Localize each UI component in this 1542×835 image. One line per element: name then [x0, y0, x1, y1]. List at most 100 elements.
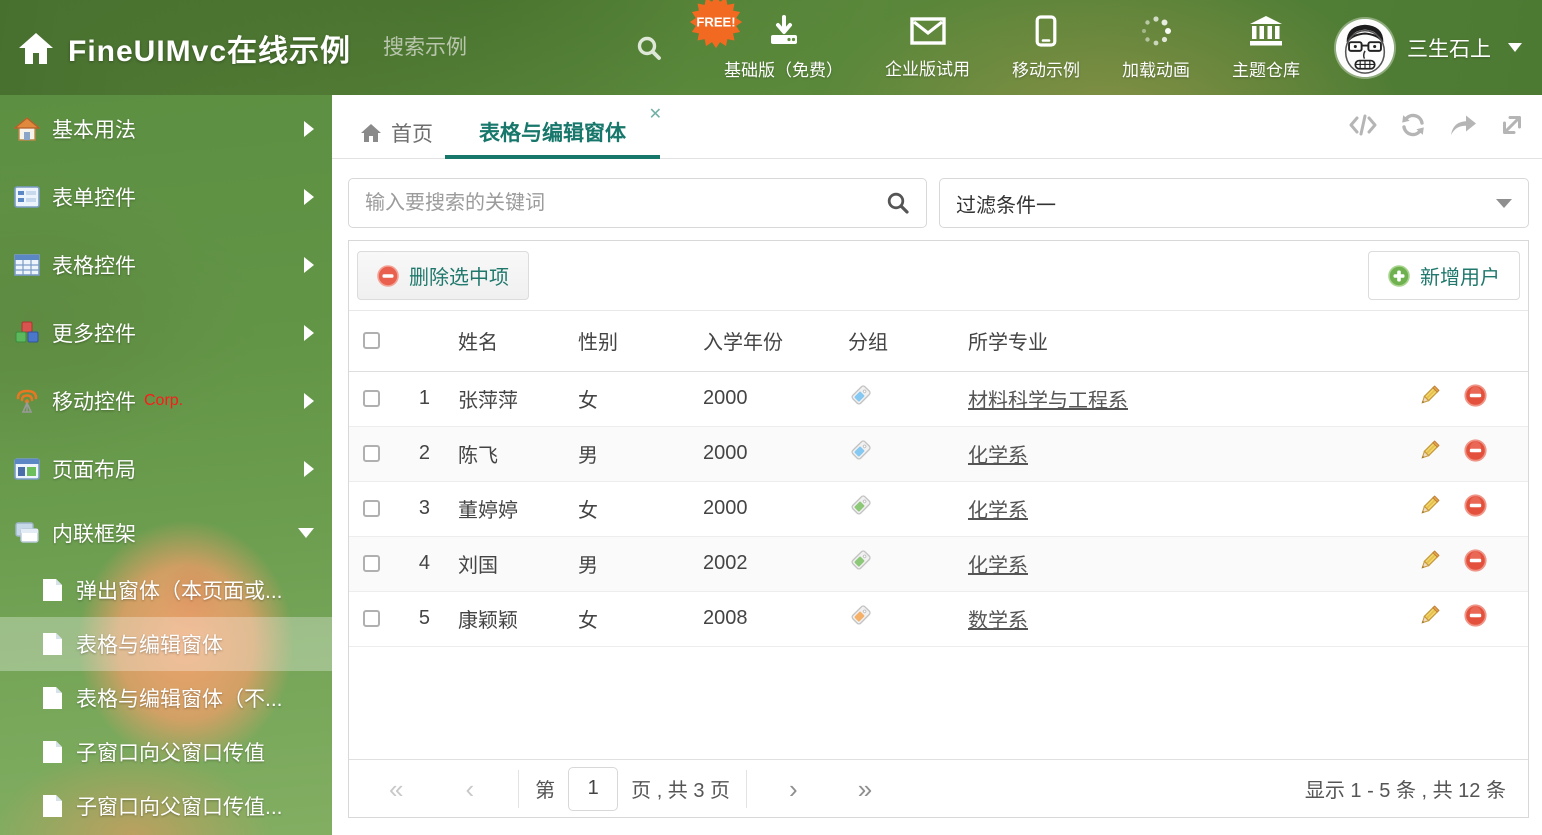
file-icon	[42, 632, 63, 656]
edit-pencil-icon[interactable]	[1418, 384, 1440, 407]
delete-selected-button[interactable]: 删除选中项	[357, 251, 529, 300]
sidebar-subitem-label: 弹出窗体（本页面或...	[76, 580, 283, 603]
major-link[interactable]: 化学系	[968, 500, 1028, 522]
table-icon	[14, 252, 40, 278]
user-menu[interactable]: 三生石上	[1336, 18, 1523, 77]
nav-item-enterprise-trial[interactable]: 企业版试用	[885, 16, 970, 80]
delete-selected-label: 删除选中项	[409, 267, 509, 289]
major-link[interactable]: 化学系	[968, 445, 1028, 467]
delete-row-icon[interactable]	[1464, 439, 1487, 462]
tag-icon	[848, 494, 872, 523]
row-index: 4	[393, 536, 458, 592]
main-content: 首页 表格与编辑窗体 ✕ 输入要搜索的关键词 过滤条件一 删除选中项 新增用户 …	[332, 95, 1542, 835]
cell-gender: 女	[578, 371, 703, 427]
close-icon[interactable]: ✕	[649, 104, 662, 124]
delete-row-icon[interactable]	[1464, 549, 1487, 572]
table-row: 2 陈飞 男 2000 化学系	[349, 426, 1528, 482]
edit-pencil-icon[interactable]	[1418, 494, 1440, 517]
header-search-input[interactable]	[383, 35, 559, 60]
sidebar-subitem-child-to-parent-2[interactable]: 子窗口向父窗口传值...	[0, 779, 332, 833]
search-icon[interactable]	[636, 35, 662, 61]
add-user-button[interactable]: 新增用户	[1368, 251, 1520, 300]
row-index: 1	[393, 371, 458, 427]
sidebar-subitem-label: 表格与编辑窗体（不...	[76, 688, 283, 711]
sidebar-subitem-child-to-parent[interactable]: 子窗口向父窗口传值	[0, 725, 332, 779]
row-checkbox[interactable]	[363, 555, 380, 573]
prev-page-button[interactable]: ‹	[465, 776, 474, 802]
chevron-right-icon	[304, 325, 314, 341]
first-page-button[interactable]: «	[389, 776, 403, 802]
brand[interactable]: FineUIMvc在线示例	[18, 26, 351, 70]
free-badge: FREE!	[687, 0, 745, 50]
chevron-right-icon	[304, 393, 314, 409]
tab-home[interactable]: 首页	[360, 108, 433, 158]
sidebar-subitem-grid-edit-window-no[interactable]: 表格与编辑窗体（不...	[0, 671, 332, 725]
file-icon	[42, 794, 63, 818]
top-header: FineUIMvc在线示例 基础版（免费） 企业版试用	[0, 0, 1542, 95]
pager-divider	[518, 769, 520, 808]
refresh-icon[interactable]	[1400, 113, 1426, 137]
filter-dropdown[interactable]: 过滤条件一	[939, 178, 1529, 228]
sidebar-item-iframe[interactable]: 内联框架	[0, 503, 332, 563]
add-user-label: 新增用户	[1420, 267, 1500, 289]
expand-icon[interactable]	[1500, 113, 1524, 137]
cell-name: 董婷婷	[458, 481, 578, 537]
home-icon	[18, 31, 54, 65]
major-link[interactable]: 材料科学与工程系	[968, 390, 1128, 412]
sidebar-item-mobile-controls[interactable]: 移动控件 Corp.	[0, 367, 332, 435]
sidebar-item-form-controls[interactable]: 表单控件	[0, 163, 332, 231]
cell-name: 康颖颖	[458, 591, 578, 647]
chevron-right-icon	[304, 189, 314, 205]
sidebar-item-basic-usage[interactable]: 基本用法	[0, 95, 332, 163]
row-checkbox[interactable]	[363, 445, 380, 463]
sidebar-item-more-controls[interactable]: 更多控件	[0, 299, 332, 367]
tab-bar: 首页 表格与编辑窗体 ✕	[332, 95, 1542, 159]
search-icon[interactable]	[886, 191, 910, 215]
delete-row-icon[interactable]	[1464, 384, 1487, 407]
sidebar-subitem-popup-window[interactable]: 弹出窗体（本页面或...	[0, 563, 332, 617]
row-checkbox[interactable]	[363, 500, 380, 518]
page-number-input[interactable]	[568, 766, 619, 811]
major-link[interactable]: 数学系	[968, 610, 1028, 632]
sidebar-subitem-grid-edit-window[interactable]: 表格与编辑窗体	[0, 617, 332, 671]
cell-gender: 男	[578, 536, 703, 592]
layout-icon	[14, 456, 40, 482]
tab-grid-edit-window[interactable]: 表格与编辑窗体 ✕	[445, 106, 662, 159]
cell-year: 2002	[703, 536, 848, 592]
nav-item-label: 主题仓库	[1232, 60, 1301, 80]
nav-item-mobile-demo[interactable]: 移动示例	[1012, 14, 1080, 81]
avatar	[1336, 18, 1395, 77]
cell-name: 张萍萍	[458, 371, 578, 427]
select-all-checkbox[interactable]	[363, 332, 380, 350]
sidebar-item-label: 更多控件	[52, 323, 136, 346]
sidebar-item-page-layout[interactable]: 页面布局	[0, 435, 332, 503]
app-title: FineUIMvc在线示例	[68, 34, 352, 68]
nav-item-theme-store[interactable]: 主题仓库	[1232, 15, 1300, 81]
grid-toolbar: 删除选中项 新增用户	[349, 241, 1528, 311]
table-row: 5 康颖颖 女 2008 数学系	[349, 591, 1528, 647]
row-checkbox[interactable]	[363, 390, 380, 408]
table-row: 3 董婷婷 女 2000 化学系	[349, 481, 1528, 537]
last-page-button[interactable]: »	[858, 776, 872, 802]
svg-text:FREE!: FREE!	[696, 15, 735, 30]
tab-toolbar	[1349, 113, 1524, 137]
keyword-search-input[interactable]	[365, 191, 886, 215]
major-link[interactable]: 化学系	[968, 555, 1028, 577]
edit-pencil-icon[interactable]	[1418, 604, 1440, 627]
cell-gender: 女	[578, 481, 703, 537]
antenna-icon	[14, 388, 40, 414]
sidebar-item-label: 基本用法	[52, 119, 136, 142]
nav-item-loading-anim[interactable]: 加载动画	[1122, 15, 1190, 81]
sidebar-item-grid-controls[interactable]: 表格控件	[0, 231, 332, 299]
sidebar-subitem-label: 子窗口向父窗口传值	[76, 742, 265, 765]
cell-name: 陈飞	[458, 426, 578, 482]
row-checkbox[interactable]	[363, 610, 380, 628]
delete-row-icon[interactable]	[1464, 494, 1487, 517]
source-code-icon[interactable]	[1349, 113, 1377, 137]
chevron-down-icon	[1508, 43, 1523, 52]
next-page-button[interactable]: ›	[789, 776, 798, 802]
edit-pencil-icon[interactable]	[1418, 549, 1440, 572]
share-icon[interactable]	[1449, 113, 1477, 137]
delete-row-icon[interactable]	[1464, 604, 1487, 627]
edit-pencil-icon[interactable]	[1418, 439, 1440, 462]
